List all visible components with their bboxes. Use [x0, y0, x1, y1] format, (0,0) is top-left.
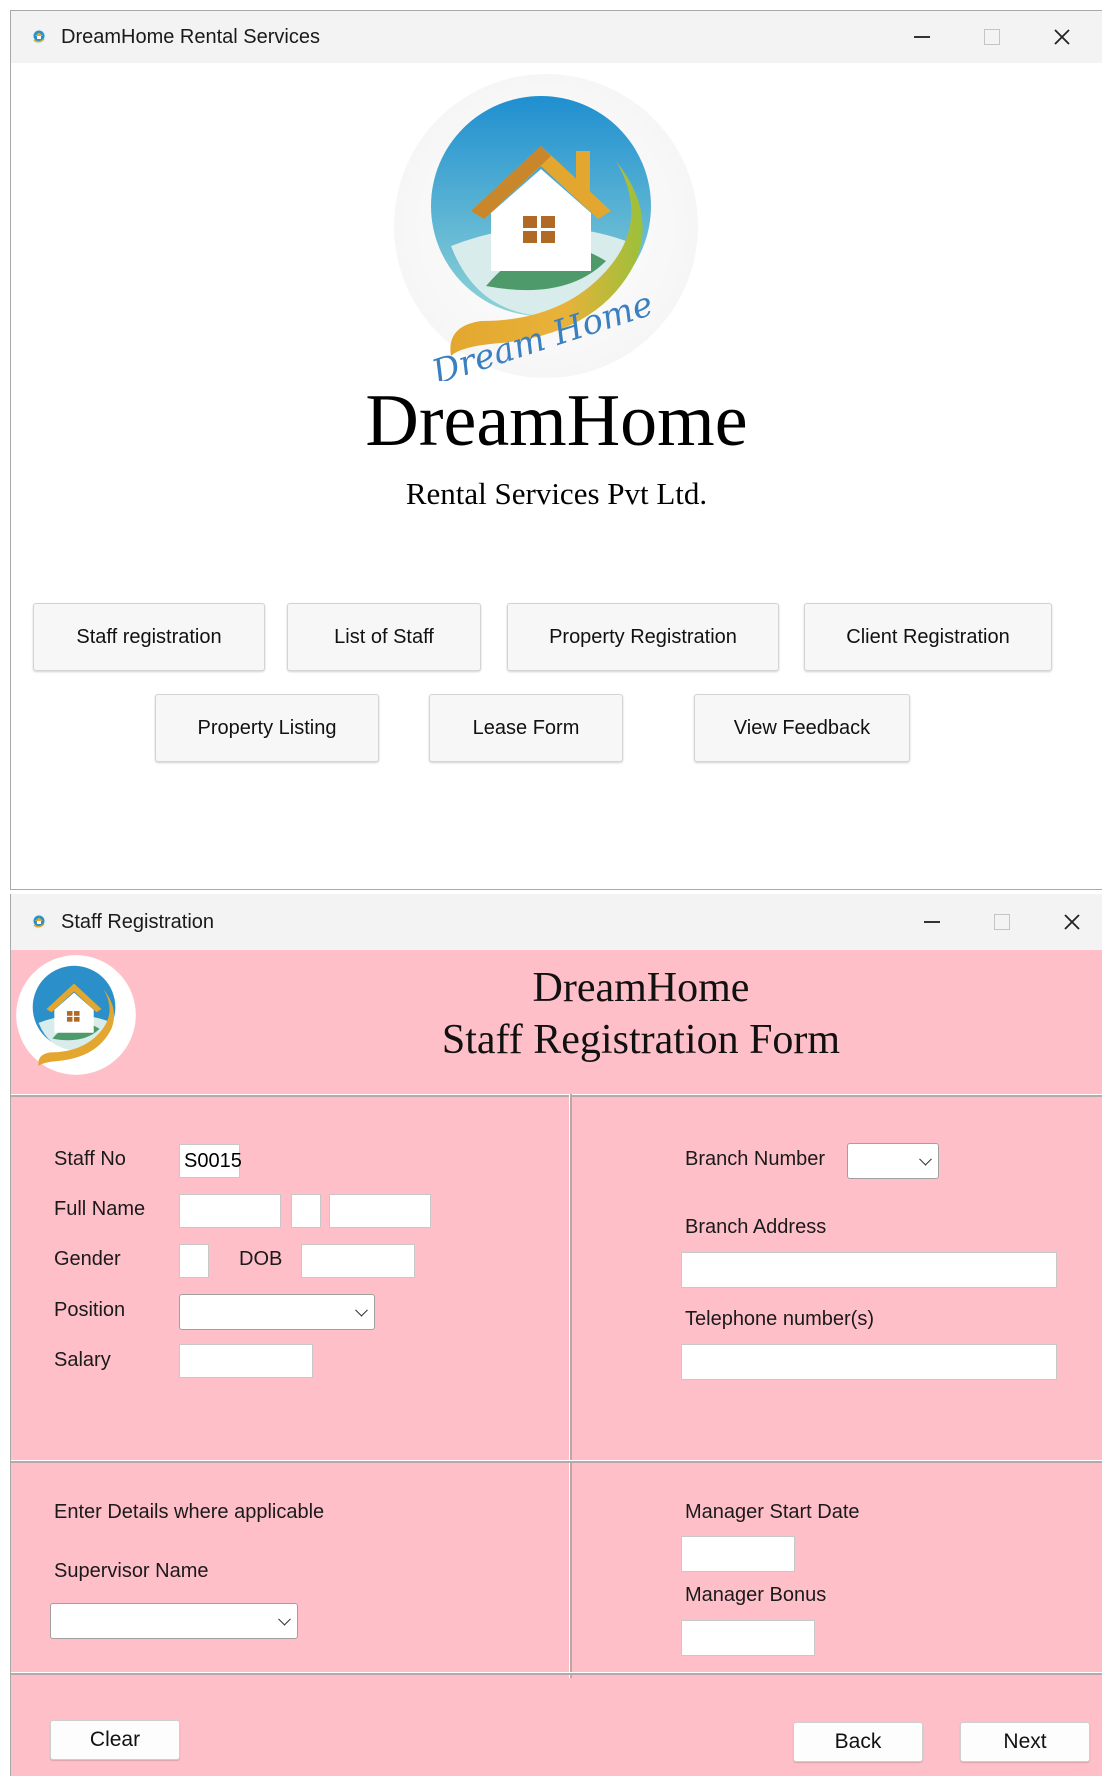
titlebar: Staff Registration: [11, 894, 1102, 950]
branch-address-input[interactable]: [681, 1252, 1057, 1288]
chevron-down-icon: [355, 1303, 368, 1317]
divider: [11, 1094, 1102, 1097]
gender-label: Gender: [54, 1248, 121, 1270]
staff-registration-button[interactable]: Staff registration: [33, 603, 265, 671]
dob-input[interactable]: [301, 1244, 415, 1278]
close-icon[interactable]: [1032, 11, 1092, 63]
manager-bonus-input[interactable]: [681, 1620, 815, 1656]
lease-form-button[interactable]: Lease Form: [429, 694, 623, 762]
manager-bonus-label: Manager Bonus: [685, 1584, 827, 1606]
dreamhome-logo: Dream Home: [391, 71, 701, 393]
manager-start-date-input[interactable]: [681, 1536, 795, 1572]
minimize-icon[interactable]: [892, 11, 952, 63]
dreamhome-logo-small: [15, 954, 137, 1076]
brand-tagline: Rental Services Pvt Ltd.: [405, 476, 708, 511]
window-title: DreamHome Rental Services: [61, 25, 320, 48]
branch-number-label: Branch Number: [685, 1148, 826, 1170]
divider: [11, 1672, 1102, 1675]
position-select[interactable]: [179, 1294, 375, 1330]
telephone-input[interactable]: [681, 1344, 1057, 1380]
chevron-down-icon: [278, 1612, 291, 1626]
clear-button[interactable]: Clear: [50, 1720, 180, 1760]
property-registration-button[interactable]: Property Registration: [507, 603, 779, 671]
manager-start-date-label: Manager Start Date: [685, 1501, 860, 1523]
supervisor-name-select[interactable]: [50, 1603, 298, 1639]
details-note: Enter Details where applicable: [54, 1501, 325, 1523]
full-name-label: Full Name: [54, 1198, 146, 1220]
salary-input[interactable]: [179, 1344, 313, 1378]
list-of-staff-button[interactable]: List of Staff: [287, 603, 481, 671]
view-feedback-button[interactable]: View Feedback: [694, 694, 910, 762]
minimize-icon[interactable]: [902, 894, 962, 950]
client-registration-button[interactable]: Client Registration: [804, 603, 1052, 671]
position-label: Position: [54, 1299, 126, 1321]
dob-label: DOB: [239, 1248, 283, 1270]
property-listing-button[interactable]: Property Listing: [155, 694, 379, 762]
form-heading-brand: DreamHome: [532, 965, 750, 1011]
staff-no-label: Staff No: [54, 1148, 126, 1170]
form-heading-title: Staff Registration Form: [441, 1017, 841, 1063]
main-window: DreamHome Rental Services Dream Home Dre…: [10, 10, 1102, 890]
salary-label: Salary: [54, 1349, 111, 1371]
gender-input[interactable]: [179, 1244, 209, 1278]
back-button[interactable]: Back: [793, 1722, 923, 1762]
titlebar: DreamHome Rental Services: [11, 11, 1102, 63]
maximize-icon[interactable]: [962, 11, 1022, 63]
chevron-down-icon: [919, 1152, 932, 1166]
staff-registration-window: Staff Registration DreamHome Staff Regis…: [10, 894, 1102, 1776]
telephone-label: Telephone number(s): [685, 1308, 874, 1330]
divider: [569, 1094, 572, 1678]
staff-no-input[interactable]: S0015: [179, 1144, 242, 1178]
branch-address-label: Branch Address: [685, 1216, 827, 1238]
app-icon: [29, 27, 49, 47]
last-name-input[interactable]: [329, 1194, 431, 1228]
next-button[interactable]: Next: [960, 1722, 1090, 1762]
app-icon: [29, 912, 49, 932]
middle-initial-input[interactable]: [291, 1194, 321, 1228]
first-name-input[interactable]: [179, 1194, 281, 1228]
branch-number-select[interactable]: [847, 1143, 939, 1179]
supervisor-name-label: Supervisor Name: [54, 1560, 209, 1582]
close-icon[interactable]: [1042, 894, 1102, 950]
maximize-icon[interactable]: [972, 894, 1032, 950]
divider: [11, 1460, 1102, 1463]
brand-name: DreamHome: [365, 380, 748, 462]
window-title: Staff Registration: [61, 910, 215, 933]
